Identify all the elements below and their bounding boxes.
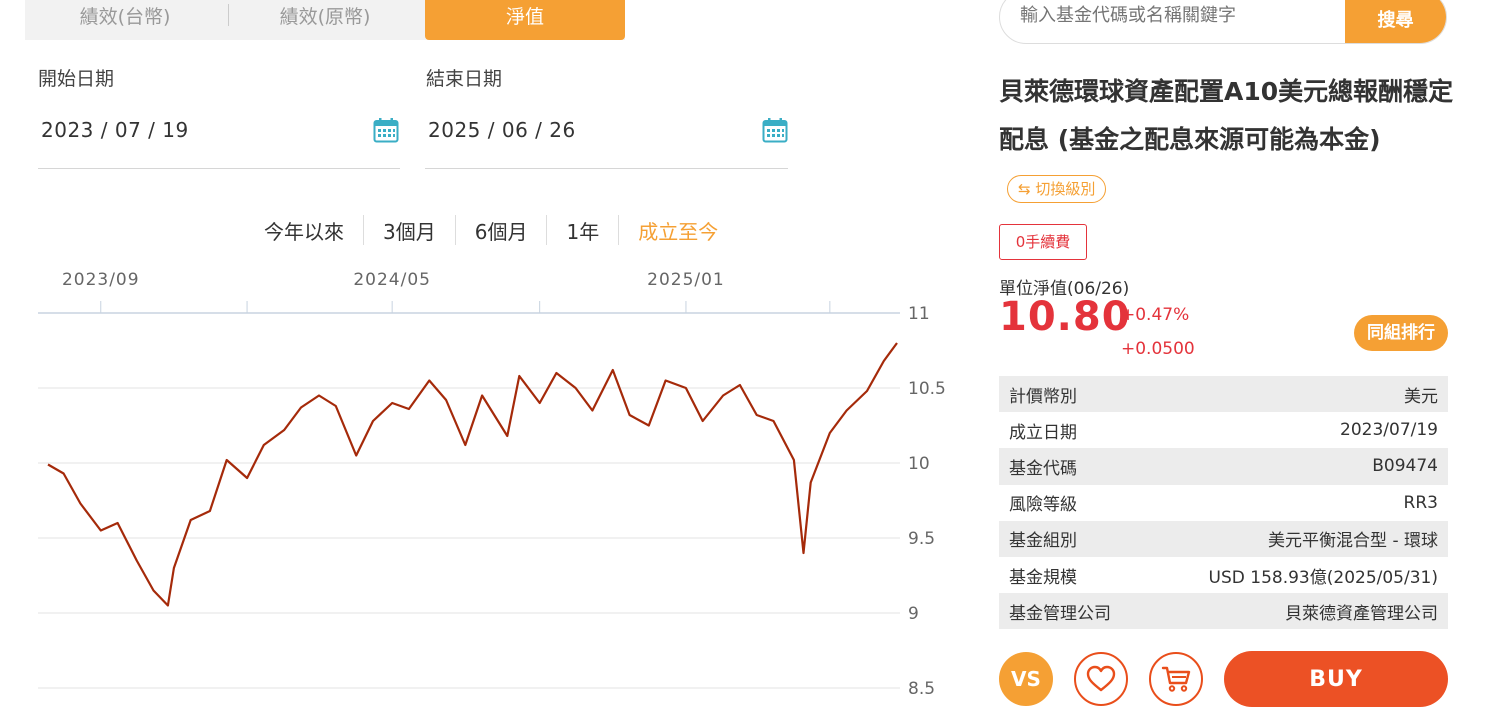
heart-icon <box>1086 665 1116 692</box>
cart-icon <box>1161 666 1191 692</box>
start-date-field[interactable]: 2023 / 07 / 19 <box>38 108 400 169</box>
nav-line-chart[interactable]: 2023/09 2024/05 2025/01 11 10.5 10 9.5 9 8.5 <box>30 260 970 710</box>
fund-info-table: 計價幣別 美元 成立日期 2023/07/19 基金代碼 B09474 風險等級 RR3… <box>999 376 1448 630</box>
table-row: 計價幣別 美元 <box>999 376 1448 413</box>
info-label: 計價幣別 <box>1009 386 1077 407</box>
search-button[interactable]: 搜尋 <box>1345 0 1446 43</box>
info-value: 美元 <box>1404 386 1438 407</box>
table-row: 基金代碼 B09474 <box>999 448 1448 485</box>
end-date-label: 結束日期 <box>426 68 503 90</box>
info-label: 風險等級 <box>1009 495 1077 516</box>
y-tick-label: 9 <box>908 604 919 624</box>
info-value: 貝萊德資產管理公司 <box>1285 603 1438 624</box>
info-value: 美元平衡混合型 - 環球 <box>1268 531 1438 552</box>
table-row: 風險等級 RR3 <box>999 485 1448 521</box>
info-label: 基金管理公司 <box>1009 603 1111 624</box>
calendar-icon[interactable] <box>762 117 788 143</box>
range-since-inception-button[interactable]: 成立至今 <box>619 216 737 245</box>
info-value: USD 158.93億(2025/05/31) <box>1208 567 1438 588</box>
range-6m-button[interactable]: 6個月 <box>456 216 547 245</box>
range-1y-button[interactable]: 1年 <box>547 216 618 245</box>
info-label: 基金組別 <box>1009 531 1077 552</box>
cart-button[interactable] <box>1149 652 1203 706</box>
table-row: 基金管理公司 貝萊德資產管理公司 <box>999 593 1448 630</box>
start-date-label: 開始日期 <box>38 68 115 90</box>
zero-fee-badge: 0手續費 <box>999 224 1087 260</box>
calendar-icon[interactable] <box>373 117 399 143</box>
info-value: 2023/07/19 <box>1340 420 1438 441</box>
table-row: 成立日期 2023/07/19 <box>999 412 1448 448</box>
end-date-value: 2025 / 06 / 26 <box>428 118 576 142</box>
range-selector: 今年以來 3個月 6個月 1年 成立至今 <box>245 214 737 246</box>
info-value: RR3 <box>1403 492 1438 513</box>
end-date-field[interactable]: 2025 / 06 / 26 <box>425 108 788 169</box>
nav-change-percent: +0.47% <box>1121 305 1190 325</box>
nav-change-amount: +0.0500 <box>1121 339 1195 359</box>
tab-performance-twd[interactable]: 績效(台幣) <box>25 0 225 40</box>
y-tick-label: 8.5 <box>908 679 935 699</box>
range-ytd-button[interactable]: 今年以來 <box>245 216 363 245</box>
y-tick-label: 10.5 <box>908 379 946 399</box>
x-tick-label: 2023/09 <box>62 270 140 290</box>
peer-ranking-button[interactable]: 同組排行 <box>1354 315 1448 351</box>
tab-nav[interactable]: 淨值 <box>425 0 625 40</box>
y-tick-label: 10 <box>908 454 930 474</box>
info-label: 基金規模 <box>1009 567 1077 588</box>
x-tick-label: 2024/05 <box>353 270 431 290</box>
fund-search: 搜尋 <box>999 0 1447 44</box>
switch-class-button[interactable]: ⇆ 切換級別 <box>1007 175 1107 203</box>
search-input[interactable] <box>1020 5 1320 26</box>
table-row: 基金組別 美元平衡混合型 - 環球 <box>999 520 1448 557</box>
favorite-button[interactable] <box>1074 652 1128 706</box>
y-tick-label: 9.5 <box>908 529 935 549</box>
fund-name-text: 貝萊德環球資產配置A10美元總報酬穩定配息 (基金之配息來源可能為本金) <box>999 77 1454 154</box>
compare-button[interactable]: VS <box>999 652 1053 706</box>
info-label: 成立日期 <box>1009 422 1077 443</box>
info-value: B09474 <box>1372 456 1438 477</box>
tab-performance-original[interactable]: 績效(原幣) <box>225 0 425 40</box>
nav-series-line <box>47 342 898 607</box>
y-tick-label: 11 <box>908 304 930 324</box>
info-label: 基金代碼 <box>1009 458 1077 479</box>
table-row: 基金規模 USD 158.93億(2025/05/31) <box>999 557 1448 593</box>
nav-value: 10.80 <box>999 294 1131 340</box>
buy-button[interactable]: BUY <box>1224 651 1448 707</box>
x-tick-label: 2025/01 <box>647 270 725 290</box>
start-date-value: 2023 / 07 / 19 <box>41 118 189 142</box>
performance-tabs: 績效(台幣) 績效(原幣) 淨值 <box>25 0 625 40</box>
range-3m-button[interactable]: 3個月 <box>364 216 455 245</box>
fund-title: 貝萊德環球資產配置A10美元總報酬穩定配息 (基金之配息來源可能為本金) ⇆ 切換… <box>999 68 1459 212</box>
